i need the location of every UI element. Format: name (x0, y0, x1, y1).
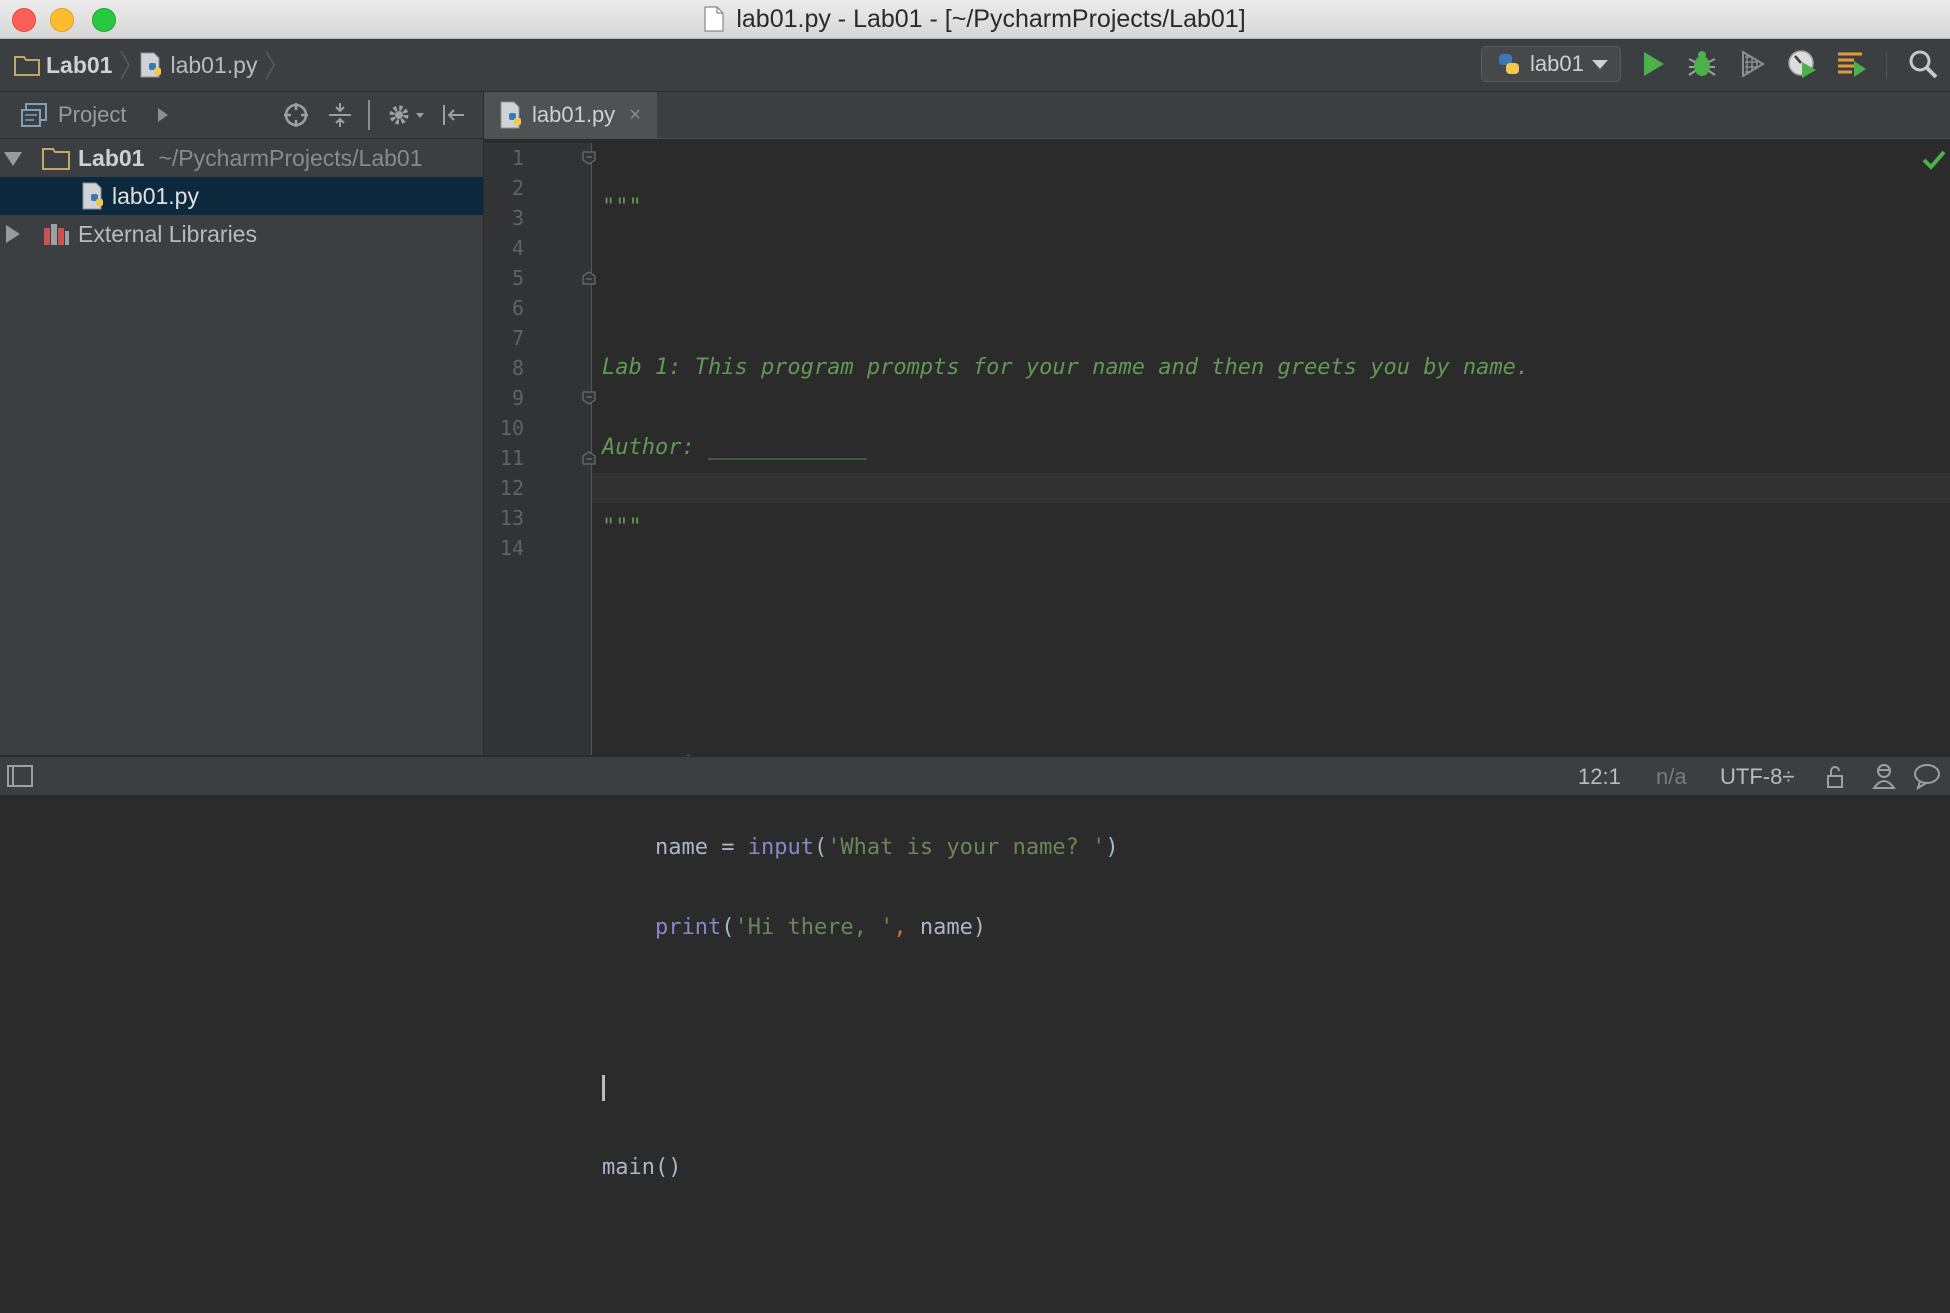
tree-item-lab01-py[interactable]: lab01.py (0, 177, 483, 215)
python-file-icon (140, 52, 162, 78)
project-tool-window: Project Lab01 ~/PycharmProjects/Lab01 la… (0, 92, 484, 755)
event-log-icon[interactable] (1912, 762, 1942, 790)
run-icon (1644, 52, 1664, 76)
hide-panel-icon[interactable] (440, 101, 468, 129)
document-icon (704, 6, 724, 32)
toolbar-divider (1886, 51, 1887, 79)
expand-view-arrow-icon[interactable] (156, 106, 170, 124)
concurrency-icon (1838, 52, 1866, 77)
run-button[interactable] (1636, 47, 1670, 81)
scroll-from-source-icon[interactable] (282, 101, 310, 129)
window-titlebar: lab01.py - Lab01 - [~/PycharmProjects/La… (0, 0, 1950, 39)
folder-icon (14, 56, 40, 76)
panel-divider (368, 100, 370, 130)
line-numbers: 1 2 3 4 5 6 7 8 9 10 11 12 13 14 (499, 146, 524, 560)
profiler-icon (1788, 50, 1816, 78)
collapse-arrow-icon[interactable] (6, 225, 20, 243)
project-view-icon (21, 103, 47, 127)
python-icon (1499, 54, 1519, 74)
tab-lab01-py[interactable]: lab01.py × (484, 92, 657, 138)
tree-item-label: Lab01 (78, 144, 145, 171)
lock-icon[interactable] (1825, 765, 1845, 789)
chevron-right-icon (265, 50, 276, 80)
folder-icon (42, 148, 70, 170)
tool-windows-icon[interactable] (6, 763, 34, 789)
close-tab-icon[interactable]: × (629, 104, 641, 127)
python-file-icon (500, 101, 521, 129)
profile-button[interactable] (1785, 47, 1819, 81)
collapse-all-icon[interactable] (326, 101, 354, 129)
status-bar: 12:1 n/a UTF-8÷ (0, 756, 1950, 795)
code-editor[interactable]: """ Lab 1: This program prompts for your… (592, 143, 1950, 1180)
run-configuration-select[interactable]: lab01 (1481, 46, 1621, 82)
libraries-icon (44, 224, 69, 245)
chevron-right-icon (120, 50, 131, 80)
inspector-icon[interactable] (1870, 762, 1898, 790)
chevron-down-icon (1592, 59, 1608, 69)
tree-item-external-libraries[interactable]: External Libraries (0, 215, 483, 253)
navigation-bar: Lab01 lab01.py lab01 (0, 39, 1950, 92)
bug-icon (1688, 51, 1716, 76)
text-caret (602, 1075, 605, 1101)
editor-tabs: lab01.py × (484, 92, 1950, 139)
concurrency-diagram-button[interactable] (1835, 47, 1869, 81)
line-separator-status[interactable]: n/a (1656, 764, 1687, 790)
project-panel-header: Project (0, 92, 483, 139)
project-panel-title[interactable]: Project (58, 102, 126, 128)
breadcrumb: Lab01 lab01.py (14, 49, 285, 81)
source-code[interactable]: """ Lab 1: This program prompts for your… (602, 143, 1529, 1313)
file-encoding[interactable]: UTF-8÷ (1720, 764, 1794, 790)
python-file-icon (82, 182, 103, 210)
window-title: lab01.py - Lab01 - [~/PycharmProjects/La… (736, 4, 1246, 33)
checkmark-icon (1922, 150, 1946, 170)
tree-item-lab01-root[interactable]: Lab01 ~/PycharmProjects/Lab01 (0, 139, 483, 177)
caret-position[interactable]: 12:1 (1578, 764, 1621, 790)
tree-item-label: External Libraries (78, 220, 257, 247)
breadcrumb-project[interactable]: Lab01 (14, 52, 112, 79)
search-icon (1909, 50, 1938, 79)
coverage-icon (1742, 50, 1765, 78)
expand-arrow-icon[interactable] (4, 152, 22, 166)
search-everywhere-button[interactable] (1906, 47, 1940, 81)
tree-item-label: lab01.py (112, 182, 199, 209)
breadcrumb-file[interactable]: lab01.py (140, 52, 257, 79)
editor-pane: lab01.py × 1 2 3 4 5 6 7 8 9 10 11 12 13… (484, 92, 1950, 1180)
editor-gutter: 1 2 3 4 5 6 7 8 9 10 11 12 13 14 (484, 143, 596, 755)
tree-item-path: ~/PycharmProjects/Lab01 (158, 144, 423, 171)
tab-label: lab01.py (532, 102, 616, 127)
run-with-coverage-button[interactable] (1735, 47, 1769, 81)
gear-icon[interactable] (386, 101, 426, 129)
debug-button[interactable] (1685, 47, 1719, 81)
